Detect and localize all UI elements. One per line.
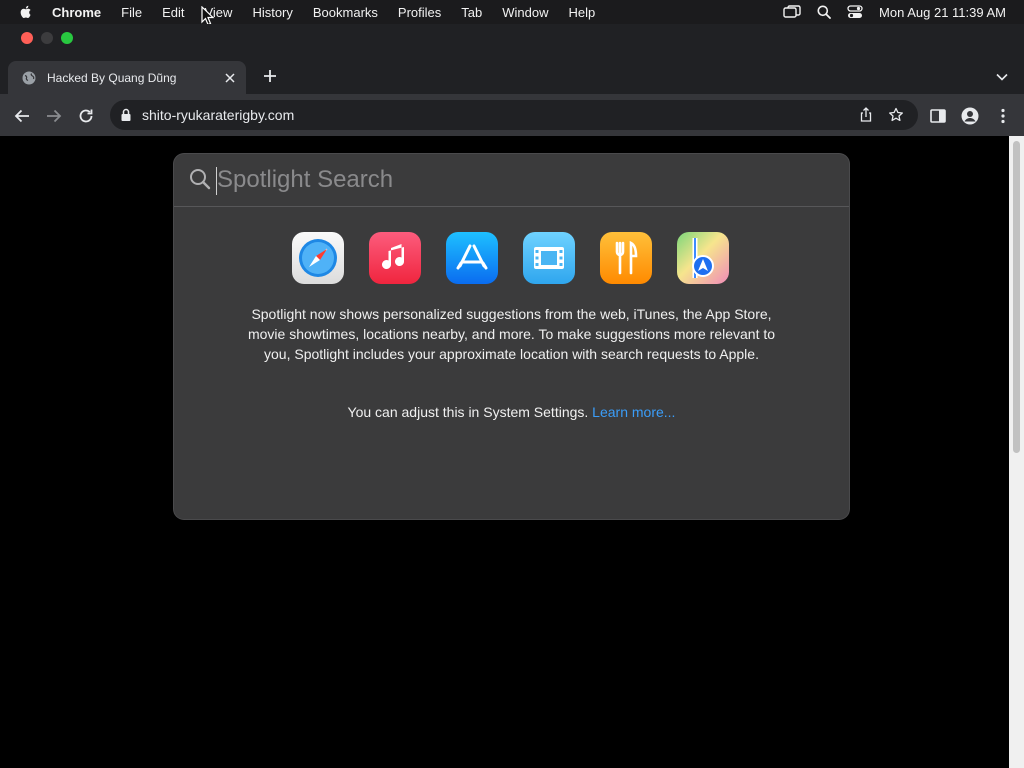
menu-bookmarks[interactable]: Bookmarks (313, 5, 378, 20)
back-arrow-icon[interactable] (13, 107, 31, 125)
reload-icon[interactable] (77, 107, 95, 125)
new-tab-icon[interactable] (262, 68, 278, 84)
menu-history[interactable]: History (252, 5, 292, 20)
close-tab-icon[interactable] (222, 70, 238, 86)
learn-more-link[interactable]: Learn more... (592, 404, 675, 420)
address-bar[interactable]: shito-ryukaraterigby.com (110, 100, 918, 130)
suggested-apps (292, 232, 729, 284)
lock-icon[interactable] (120, 108, 132, 122)
browser-tab[interactable]: Hacked By Quang Dũng (8, 61, 246, 94)
close-window-button[interactable] (21, 32, 33, 44)
music-icon[interactable] (369, 232, 421, 284)
forward-arrow-icon[interactable] (45, 107, 63, 125)
spotlight-settings-note: You can adjust this in System Settings. … (174, 404, 849, 420)
profile-icon[interactable] (961, 107, 979, 125)
bookmark-star-icon[interactable] (888, 107, 904, 123)
menu-window[interactable]: Window (502, 5, 548, 20)
menu-bar: Chrome File Edit View History Bookmarks … (0, 0, 1024, 26)
app-store-icon[interactable] (446, 232, 498, 284)
safari-icon[interactable] (292, 232, 344, 284)
window-mirroring-icon[interactable] (783, 5, 801, 19)
window-title-bar (0, 24, 1024, 58)
globe-icon (21, 70, 37, 86)
settings-note-text: You can adjust this in System Settings. (347, 404, 589, 420)
side-panel-icon[interactable] (929, 107, 947, 125)
spotlight-privacy-message: Spotlight now shows personalized suggest… (247, 306, 776, 362)
status-area: Mon Aug 21 11:39 AM (783, 0, 1006, 24)
menu-file[interactable]: File (121, 5, 142, 20)
scrollbar-thumb[interactable] (1013, 141, 1020, 453)
spotlight-search-bar (174, 154, 849, 207)
menu-edit[interactable]: Edit (162, 5, 184, 20)
minimize-window-button[interactable] (41, 32, 53, 44)
share-icon[interactable] (858, 107, 874, 123)
search-icon[interactable] (817, 5, 831, 19)
menu-bar-clock[interactable]: Mon Aug 21 11:39 AM (879, 5, 1006, 20)
menu-tab[interactable]: Tab (461, 5, 482, 20)
tab-title: Hacked By Quang Dũng (47, 70, 177, 85)
apple-icon[interactable] (18, 4, 34, 20)
tab-strip: Hacked By Quang Dũng (0, 58, 1024, 94)
menu-profiles[interactable]: Profiles (398, 5, 441, 20)
movies-icon[interactable] (523, 232, 575, 284)
menu-help[interactable]: Help (569, 5, 596, 20)
spotlight-search-input[interactable] (217, 164, 817, 196)
tab-search-chevron-icon[interactable] (995, 70, 1009, 84)
control-center-icon[interactable] (847, 5, 863, 19)
magnifier-icon (189, 168, 211, 190)
browser-toolbar: shito-ryukaraterigby.com (0, 94, 1024, 136)
restaurants-icon[interactable] (600, 232, 652, 284)
menu-chrome[interactable]: Chrome (52, 5, 101, 20)
more-options-icon[interactable] (994, 107, 1012, 125)
zoom-window-button[interactable] (61, 32, 73, 44)
maps-icon[interactable] (677, 232, 729, 284)
url-text[interactable]: shito-ryukaraterigby.com (142, 107, 858, 123)
spotlight-panel: Spotlight now shows personalized suggest… (174, 154, 849, 519)
mouse-pointer-icon (201, 5, 215, 26)
